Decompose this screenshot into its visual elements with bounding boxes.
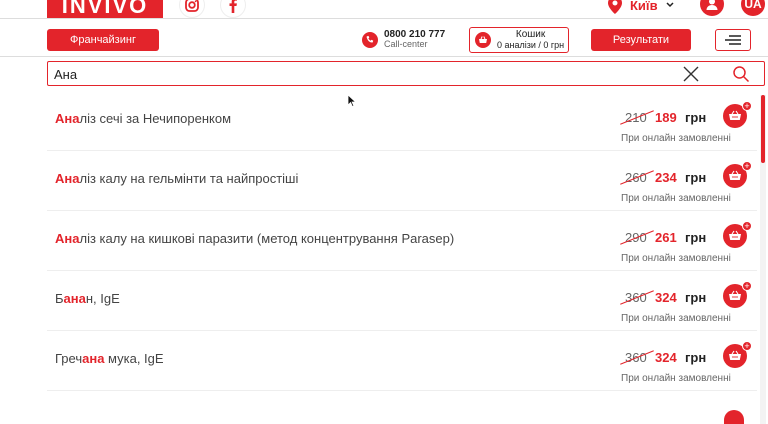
divider: [0, 18, 768, 19]
price-note: При онлайн замовленні: [621, 253, 731, 264]
new-price: 324: [655, 350, 677, 365]
add-to-cart-button[interactable]: +: [723, 101, 752, 128]
add-to-cart-button[interactable]: +: [723, 161, 752, 188]
search-input[interactable]: [54, 65, 654, 83]
result-name[interactable]: Аналіз сечі за Нечипоренком: [55, 111, 231, 126]
name-highlight: Ана: [55, 231, 80, 246]
name-highlight: Ана: [55, 111, 80, 126]
new-price: 261: [655, 230, 677, 245]
old-price: 360: [620, 290, 654, 305]
name-suffix: ліз калу на кишкові паразити (метод конц…: [79, 231, 455, 246]
scrollbar[interactable]: [760, 95, 766, 424]
basket-icon: [729, 110, 741, 120]
instagram-icon[interactable]: [179, 0, 205, 18]
currency: грн: [685, 170, 707, 185]
scrollbar-thumb[interactable]: [761, 95, 765, 163]
cart-title: Кошик: [515, 29, 546, 40]
price-note: При онлайн замовленні: [621, 133, 731, 144]
plus-icon: +: [742, 221, 752, 231]
result-name[interactable]: Аналіз калу на гельмінти та найпростіші: [55, 171, 298, 186]
divider: [0, 56, 768, 57]
name-highlight: Ана: [55, 171, 80, 186]
facebook-icon[interactable]: [220, 0, 246, 18]
name-prefix: Б: [55, 291, 64, 306]
name-highlight: ана: [63, 291, 86, 306]
currency: грн: [685, 350, 707, 365]
franchise-button[interactable]: Франчайзинг: [47, 29, 159, 51]
basket-icon: [729, 230, 741, 240]
result-name[interactable]: Аналіз калу на кишкові паразити (метод к…: [55, 231, 454, 246]
name-highlight: ана: [82, 351, 105, 366]
top-bar: INVIVO Київ UA: [0, 0, 768, 18]
result-row[interactable]: Банан, IgE 360324 грн При онлайн замовленні…: [47, 271, 757, 331]
old-price: 360: [620, 350, 654, 365]
currency: грн: [685, 230, 707, 245]
chevron-down-icon: [666, 2, 674, 8]
result-row[interactable]: Аналіз калу на кишкові паразити (метод к…: [47, 211, 757, 271]
city-selector[interactable]: Київ: [608, 0, 674, 14]
old-price: 210: [620, 110, 654, 125]
result-row[interactable]: Гречана мука, IgE 360324 грн При онлайн зам…: [47, 331, 757, 391]
name-suffix: ліз сечі за Нечипоренком: [79, 111, 232, 126]
name-suffix: мука, IgE: [104, 351, 164, 366]
search-bar: [47, 61, 765, 86]
plus-icon: +: [742, 281, 752, 291]
old-price: 290: [620, 230, 654, 245]
hamburger-icon: [725, 35, 741, 45]
new-price: 234: [655, 170, 677, 185]
add-to-cart-button[interactable]: +: [723, 221, 752, 248]
menu-button[interactable]: [715, 29, 751, 51]
close-icon[interactable]: [682, 65, 700, 88]
language-switch[interactable]: UA: [741, 0, 765, 16]
result-row[interactable]: Аналіз калу на гельмінти та найпростіші 2…: [47, 151, 757, 211]
result-name[interactable]: Гречана мука, IgE: [55, 351, 164, 366]
search-icon[interactable]: [732, 65, 750, 88]
basket-icon: [729, 350, 741, 360]
mouse-cursor-icon: [347, 94, 357, 108]
result-row[interactable]: Аналіз сечі за Нечипоренком 210189 грн При …: [47, 91, 757, 151]
user-account-icon[interactable]: [700, 0, 724, 16]
add-to-cart-button[interactable]: +: [723, 281, 752, 308]
add-to-cart-button[interactable]: [724, 410, 744, 424]
new-price: 324: [655, 290, 677, 305]
new-price: 189: [655, 110, 677, 125]
currency: грн: [685, 110, 707, 125]
result-name[interactable]: Банан, IgE: [55, 291, 120, 306]
currency: грн: [685, 290, 707, 305]
plus-icon: +: [742, 101, 752, 111]
add-to-cart-button[interactable]: +: [723, 341, 752, 368]
name-suffix: н, IgE: [85, 291, 120, 306]
plus-icon: +: [742, 161, 752, 171]
basket-icon: [729, 290, 741, 300]
plus-icon: +: [742, 341, 752, 351]
basket-icon: [729, 170, 741, 180]
old-price: 260: [620, 170, 654, 185]
price-note: При онлайн замовленні: [621, 313, 731, 324]
basket-icon: [475, 32, 491, 48]
price-note: При онлайн замовленні: [621, 373, 731, 384]
results-button[interactable]: Результати: [591, 29, 691, 51]
city-label: Київ: [630, 0, 658, 13]
location-pin-icon: [608, 0, 622, 14]
phone-subtitle: Call-center: [384, 39, 428, 49]
logo[interactable]: INVIVO: [47, 0, 163, 18]
call-center[interactable]: 0800 210 777 Call-center: [362, 30, 445, 49]
price-note: При онлайн замовленні: [621, 193, 731, 204]
phone-icon: [362, 31, 378, 48]
cart-button[interactable]: Кошик 0 аналізи / 0 грн: [469, 27, 569, 53]
name-prefix: Греч: [55, 351, 83, 366]
cart-summary: 0 аналізи / 0 грн: [497, 40, 565, 50]
name-suffix: ліз калу на гельмінти та найпростіші: [79, 171, 299, 186]
